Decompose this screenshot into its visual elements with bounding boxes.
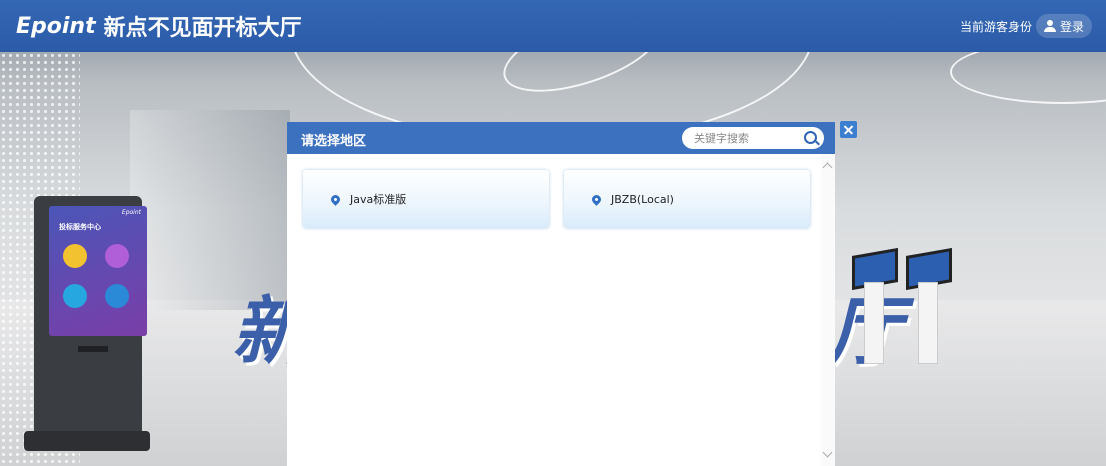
search-box — [682, 127, 824, 149]
region-label: JBZB(Local) — [611, 192, 674, 206]
region-item-jbzb[interactable]: JBZB(Local) — [564, 170, 810, 228]
kiosk-icon — [63, 284, 87, 308]
kiosk-icon — [105, 244, 129, 268]
search-input[interactable] — [692, 130, 800, 146]
guest-identity-label: 当前游客身份 — [959, 20, 1032, 34]
kiosk-post — [864, 282, 884, 364]
top-header: Epoint 新点不见面开标大厅 当前游客身份 登录 — [0, 0, 1106, 52]
login-button[interactable]: 登录 — [1035, 14, 1092, 38]
location-pin-icon — [590, 192, 603, 206]
kiosk-icon — [105, 284, 129, 308]
search-icon[interactable] — [804, 131, 817, 144]
brand-title: 新点不见面开标大厅 — [103, 16, 302, 41]
kiosk-slot — [78, 346, 108, 352]
dialog-title: 请选择地区 — [301, 134, 367, 149]
location-pin-icon — [329, 192, 342, 206]
kiosk-icon — [63, 244, 87, 268]
login-label: 登录 — [1059, 19, 1084, 34]
kiosk-brand: Epoint — [121, 209, 141, 216]
scroll-down-arrow-icon[interactable] — [822, 447, 833, 458]
dialog-body: Java标准版 JBZB(Local) — [287, 154, 835, 466]
brand: Epoint 新点不见面开标大厅 — [16, 10, 302, 42]
region-item-java[interactable]: Java标准版 — [303, 170, 549, 228]
kiosk-screen: Epoint 投标服务中心 — [49, 206, 147, 336]
kiosk-post — [918, 282, 938, 364]
kiosk-right-1 — [852, 247, 898, 364]
kiosk-right-2 — [906, 247, 952, 364]
scrollbar[interactable] — [821, 154, 835, 466]
scroll-up-arrow-icon[interactable] — [822, 162, 833, 173]
brand-logo: Epoint — [16, 13, 96, 39]
kiosk-title: 投标服务中心 — [59, 223, 101, 231]
close-dialog-button[interactable] — [840, 121, 857, 138]
region-select-dialog: 请选择地区 Java标准版 JBZB(Local) — [287, 122, 835, 466]
user-icon — [1043, 20, 1056, 32]
kiosk-left: Epoint 投标服务中心 — [24, 196, 150, 456]
kiosk-body: Epoint 投标服务中心 — [34, 196, 147, 431]
dialog-header: 请选择地区 — [287, 122, 835, 154]
region-label: Java标准版 — [350, 193, 407, 206]
kiosk-base — [24, 431, 150, 451]
